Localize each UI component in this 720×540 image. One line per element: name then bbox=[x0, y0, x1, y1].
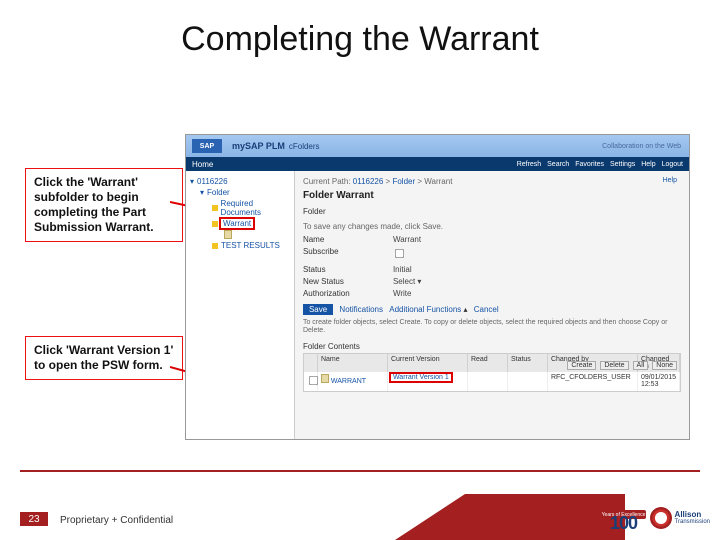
label-new-status: New Status bbox=[303, 277, 393, 286]
content-pane: Help Current Path: 0116226 > Folder > Wa… bbox=[295, 171, 689, 439]
document-icon bbox=[224, 230, 232, 239]
value-status: Initial bbox=[393, 265, 681, 274]
footer-logos: Years of Excellence 100 AllisonTransmiss… bbox=[602, 502, 710, 534]
row-name-link[interactable]: WARRANT bbox=[318, 372, 388, 391]
properties-grid: NameWarrant Subscribe StatusInitial New … bbox=[303, 235, 681, 298]
bullet-icon bbox=[212, 243, 218, 249]
label-status: Status bbox=[303, 265, 393, 274]
folder-contents-label: Folder Contents bbox=[303, 342, 681, 351]
page-heading: Folder Warrant bbox=[303, 190, 681, 201]
folder-tree: ▾0116226 ▾Folder Required Documents Warr… bbox=[186, 171, 295, 439]
sap-subproduct: cFolders bbox=[289, 142, 320, 151]
breadcrumb-folder[interactable]: Folder bbox=[392, 177, 415, 186]
callout-warrant-subfolder: Click the 'Warrant' subfolder to begin c… bbox=[25, 168, 183, 242]
instruction-text: To create folder objects, select Create.… bbox=[303, 319, 681, 336]
brand-line2: Transmission bbox=[675, 519, 710, 525]
additional-functions-link[interactable]: Additional Functions bbox=[389, 305, 461, 314]
select-all-button[interactable]: All bbox=[633, 361, 649, 370]
bullet-icon bbox=[212, 221, 218, 227]
table-row: WARRANT Warrant Version 1 RFC_CFOLDERS_U… bbox=[304, 372, 680, 391]
label-authorization: Authorization bbox=[303, 289, 393, 298]
tree-required-docs[interactable]: Required Documents bbox=[221, 199, 290, 217]
save-button[interactable]: Save bbox=[303, 304, 333, 315]
label-subscribe: Subscribe bbox=[303, 247, 393, 262]
confidential-label: Proprietary + Confidential bbox=[60, 515, 173, 526]
sap-navbar: Home Refresh Search Favorites Settings H… bbox=[186, 157, 689, 171]
tree-test-results[interactable]: TEST RESULTS bbox=[221, 241, 280, 250]
th-read: Read bbox=[468, 354, 508, 372]
brand-line1: Allison bbox=[675, 510, 702, 519]
create-button[interactable]: Create bbox=[567, 361, 596, 370]
select-none-button[interactable]: None bbox=[652, 361, 677, 370]
hundred-years-logo: Years of Excellence 100 bbox=[602, 502, 646, 534]
action-bar: Save Notifications Additional Functions … bbox=[303, 304, 681, 315]
th-name: Name bbox=[318, 354, 388, 372]
label-name: Name bbox=[303, 235, 393, 244]
sap-tagline: Collaboration on the Web bbox=[602, 143, 681, 150]
th-version: Current Version bbox=[388, 354, 468, 372]
cancel-link[interactable]: Cancel bbox=[474, 305, 499, 314]
value-name: Warrant bbox=[393, 235, 681, 244]
breadcrumb-current: Warrant bbox=[424, 177, 452, 186]
help-link[interactable]: Help bbox=[663, 177, 677, 184]
allison-logo: AllisonTransmission bbox=[650, 507, 710, 529]
row-checkbox[interactable] bbox=[309, 376, 318, 385]
slide-footer: 23 Proprietary + Confidential Years of E… bbox=[0, 470, 720, 540]
document-icon bbox=[321, 374, 329, 383]
row-version-link[interactable]: Warrant Version 1 bbox=[391, 374, 451, 381]
tree-folder[interactable]: Folder bbox=[207, 188, 230, 197]
tree-warrant[interactable]: Warrant bbox=[221, 219, 253, 228]
tree-root[interactable]: 0116226 bbox=[197, 177, 228, 186]
value-authorization: Write bbox=[393, 289, 681, 298]
breadcrumb-root[interactable]: 0116226 bbox=[353, 177, 384, 186]
value-new-status[interactable]: Select ▾ bbox=[393, 277, 681, 286]
th-status: Status bbox=[508, 354, 548, 372]
slide-title: Completing the Warrant bbox=[0, 20, 720, 59]
row-changed-on: 09/01/2015 12:53 bbox=[638, 372, 680, 391]
sap-product: mySAP PLM bbox=[232, 141, 285, 151]
delete-button[interactable]: Delete bbox=[600, 361, 628, 370]
sap-logo: SAP bbox=[192, 139, 222, 153]
notifications-link[interactable]: Notifications bbox=[339, 305, 383, 314]
breadcrumb-label: Current Path: bbox=[303, 177, 351, 186]
contents-table: Name Current Version Read Status Changed… bbox=[303, 353, 681, 392]
nav-links[interactable]: Refresh Search Favorites Settings Help L… bbox=[517, 161, 683, 168]
gear-icon bbox=[650, 507, 672, 529]
page-subheading: Folder bbox=[303, 207, 681, 216]
breadcrumb: Current Path: 0116226 > Folder > Warrant bbox=[303, 177, 681, 186]
footer-rule bbox=[20, 470, 700, 472]
save-hint: To save any changes made, click Save. bbox=[303, 222, 681, 231]
callout-warrant-version: Click 'Warrant Version 1' to open the PS… bbox=[25, 336, 183, 380]
page-number: 23 bbox=[20, 512, 48, 526]
subscribe-checkbox[interactable] bbox=[395, 249, 404, 258]
nav-home[interactable]: Home bbox=[192, 160, 213, 169]
footer-wedge bbox=[425, 494, 625, 540]
sap-titlebar: SAP mySAP PLM cFolders Collaboration on … bbox=[186, 135, 689, 157]
bullet-icon bbox=[212, 205, 218, 211]
row-changed-by: RFC_CFOLDERS_USER bbox=[548, 372, 638, 391]
sap-screenshot: SAP mySAP PLM cFolders Collaboration on … bbox=[185, 134, 690, 440]
hundred-text: 100 bbox=[602, 513, 646, 534]
